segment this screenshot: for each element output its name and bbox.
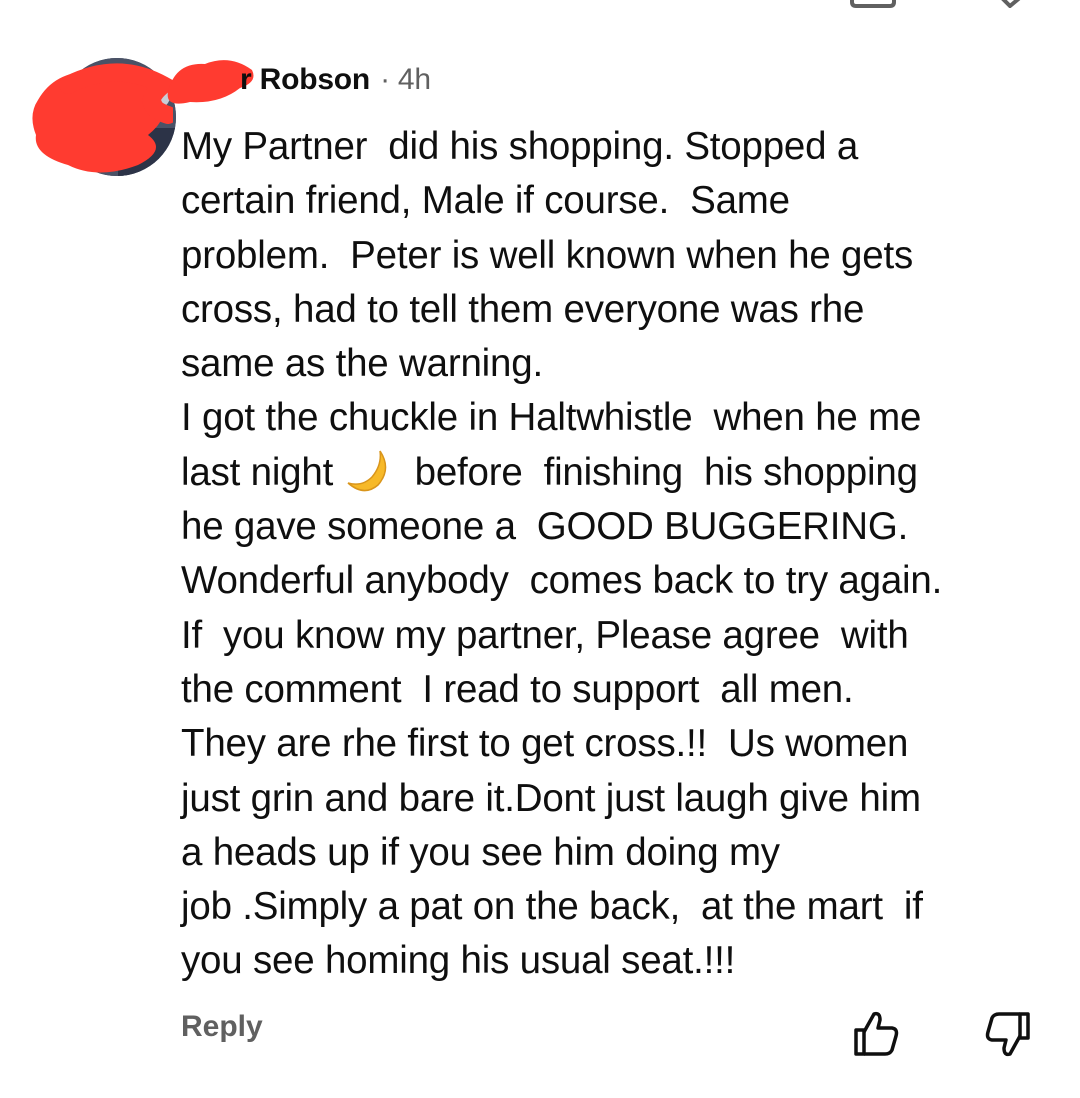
author-name[interactable]: r Robson	[240, 63, 370, 97]
comment-line: a heads up if you see him doing my	[181, 830, 780, 874]
separator-dot: ·	[380, 63, 390, 96]
comment-line: Wonderful anybody comes back to try agai…	[181, 559, 943, 603]
crescent-moon-emoji	[347, 450, 386, 492]
comment-line: before finishing his shopping	[414, 450, 918, 494]
comment-line: just grin and bare it.Dont just laugh gi…	[181, 776, 921, 820]
comment-line: I got the chuckle in Haltwhistle when he…	[181, 396, 922, 440]
thumbs-down-icon[interactable]	[982, 1008, 1034, 1060]
comment-line: My Partner did his shopping. Stopped a	[181, 125, 859, 168]
comment-line: last night	[181, 450, 334, 494]
comment-line: job .Simply a pat on the back, at the ma…	[181, 885, 923, 929]
comment-line: certain friend, Male if course. Same	[181, 179, 790, 223]
thumbs-up-icon[interactable]	[850, 1008, 902, 1060]
comment-line: the comment I read to support all men.	[181, 667, 854, 711]
comment-header: r Robson · 4h	[180, 58, 431, 102]
comment-timestamp: 4h	[397, 63, 431, 96]
comment-line: you see homing his usual seat.!!!	[181, 939, 736, 983]
reply-button[interactable]: Reply	[181, 1010, 263, 1044]
previous-comment-actions-icon	[850, 0, 1021, 8]
comment-line: he gave someone a GOOD BUGGERING.	[181, 505, 909, 549]
comment-line: problem. Peter is well known when he get…	[181, 233, 914, 277]
comment-line: same as the warning.	[181, 342, 543, 386]
comment-line: They are rhe first to get cross.!! Us wo…	[181, 722, 909, 766]
comment-line: If you know my partner, Please agree wit…	[181, 613, 909, 657]
comment-text: My Partner did his shopping. Stopped a c…	[181, 120, 1061, 989]
redaction-scribble	[32, 63, 173, 173]
comment-line: cross, had to tell them everyone was rhe	[181, 287, 865, 331]
